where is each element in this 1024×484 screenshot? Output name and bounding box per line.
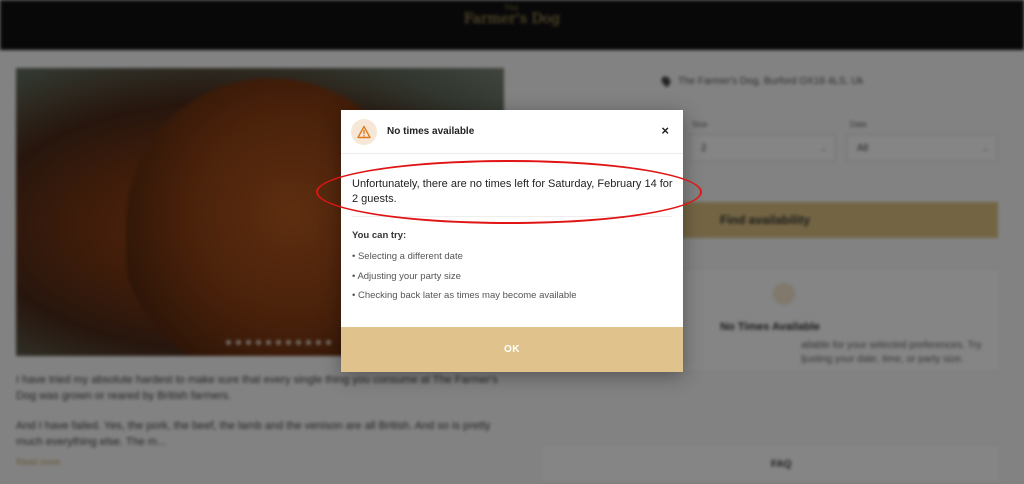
suggestion-item: • Adjusting your party size: [352, 270, 461, 282]
dialog-header: No times available ×: [341, 110, 683, 154]
red-annotation-ellipse: [316, 160, 702, 224]
suggestions-list: • Selecting a different date • Adjusting…: [352, 250, 672, 309]
ok-button[interactable]: OK: [341, 327, 683, 372]
warning-icon: [351, 119, 377, 145]
close-button[interactable]: ×: [661, 123, 669, 139]
no-times-dialog: No times available × Unfortunately, ther…: [341, 110, 683, 372]
suggestion-item: • Checking back later as times may becom…: [352, 290, 577, 301]
suggestions-heading: You can try:: [352, 230, 407, 241]
suggestion-item: • Selecting a different date: [352, 251, 463, 262]
dialog-title: No times available: [387, 126, 475, 137]
